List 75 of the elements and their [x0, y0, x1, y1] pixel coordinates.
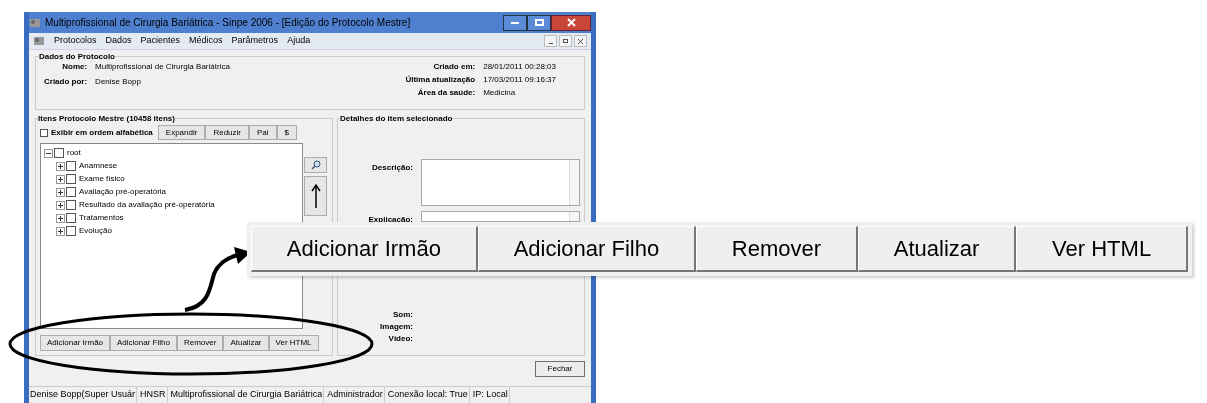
- checkbox[interactable]: [66, 174, 76, 184]
- status-bar-panel: Administrador: [326, 387, 385, 403]
- toolbar-button[interactable]: Expandir: [157, 125, 206, 140]
- field-value: Medicina: [483, 87, 517, 99]
- expand-icon[interactable]: [56, 213, 65, 223]
- expand-icon[interactable]: [56, 161, 65, 171]
- field-value: Multiprofissional de Cirurgia Bariátrica: [95, 61, 230, 73]
- action-button[interactable]: Adicionar Irmão: [40, 335, 111, 351]
- collapse-icon[interactable]: [44, 148, 53, 158]
- menu-item[interactable]: Dados: [105, 34, 132, 48]
- status-bar-panel: Multiprofissional de Cirurgia Bariátrica: [169, 387, 325, 403]
- minimize-button[interactable]: [503, 14, 527, 31]
- tree-item[interactable]: Evolução: [79, 225, 112, 237]
- field-value: Denise Bopp: [95, 76, 142, 88]
- checkbox[interactable]: [66, 200, 76, 210]
- app-icon: [33, 35, 45, 47]
- tree-item[interactable]: root: [67, 147, 81, 159]
- app-icon: [29, 16, 41, 29]
- toolbar-button[interactable]: $: [276, 125, 297, 140]
- action-button[interactable]: Atualizar: [223, 335, 269, 351]
- tree-item[interactable]: Anamnese: [79, 160, 118, 172]
- tree-item[interactable]: Avaliação pré-operatória: [79, 186, 166, 198]
- checkbox-label: Exibir em ordem alfabética: [51, 126, 153, 139]
- checkbox[interactable]: [66, 161, 76, 171]
- checkbox[interactable]: [54, 148, 64, 158]
- window-title: Multiprofissional de Cirurgia Bariátrica - Sinpe 2006 - [Edição do Protocolo Mestre]: [45, 16, 411, 30]
- menu-item[interactable]: Protocolos: [54, 34, 97, 48]
- expand-icon[interactable]: [56, 174, 65, 184]
- action-button[interactable]: Adicionar Filho: [110, 335, 177, 351]
- status-bar-panel: IP: Local: [471, 387, 510, 403]
- status-bar-panel: HNSR: [139, 387, 168, 403]
- field-label: Imagem:: [379, 321, 413, 333]
- close-button[interactable]: [551, 14, 591, 31]
- menu-item[interactable]: Pacientes: [140, 34, 181, 48]
- field-label: Criado por:: [44, 76, 88, 88]
- up-arrow-icon: [310, 183, 321, 209]
- toolbar-button[interactable]: Pai: [249, 125, 277, 140]
- field-label: Área da saúde:: [416, 87, 476, 99]
- expand-icon[interactable]: [56, 226, 65, 236]
- field-label: Vídeo:: [387, 333, 413, 345]
- search-icon: [310, 160, 321, 170]
- field-label: Última atualização: [405, 74, 476, 86]
- field-label: Explicação:: [367, 214, 413, 226]
- field-label: Som:: [392, 309, 413, 321]
- menu-item[interactable]: Parâmetros: [231, 34, 279, 48]
- field-label: Nome:: [61, 61, 88, 73]
- checkbox[interactable]: [66, 213, 76, 223]
- maximize-button[interactable]: [527, 14, 551, 31]
- field-value: 28/01/2011 00:28:03: [483, 61, 556, 73]
- close-button[interactable]: [574, 35, 587, 47]
- tree-item[interactable]: Exame físico: [79, 173, 125, 185]
- move-up-button[interactable]: [304, 176, 327, 216]
- checkbox[interactable]: [66, 226, 76, 236]
- field-label: Descrição:: [371, 162, 413, 174]
- expand-icon[interactable]: [56, 187, 65, 197]
- field-value: 17/03/2011 09:16:37: [483, 74, 556, 86]
- action-button[interactable]: Ver HTML: [268, 335, 319, 351]
- tree-item[interactable]: Resultado da avaliação pré-operatória: [79, 199, 215, 211]
- toolbar-button[interactable]: Reduzir: [205, 125, 249, 140]
- group-title: Itens Protocolo Mestre (10458 itens): [38, 113, 175, 125]
- expand-icon[interactable]: [56, 200, 65, 210]
- checkbox[interactable]: [66, 187, 76, 197]
- close-icon: [578, 38, 583, 44]
- field-label: Criado em:: [432, 61, 476, 73]
- status-bar-panel: Denise Bopp(Super Usuár: [29, 387, 138, 403]
- menu-item[interactable]: Ajuda: [287, 34, 311, 48]
- close-icon: [566, 18, 576, 27]
- search-button[interactable]: [304, 157, 327, 173]
- tree-item[interactable]: Tratamentos: [79, 212, 124, 224]
- status-bar-panel: Conexão local: True: [386, 387, 470, 403]
- action-button[interactable]: Remover: [176, 335, 224, 351]
- restore-button[interactable]: [559, 35, 572, 47]
- checkbox[interactable]: [40, 128, 48, 137]
- close-button[interactable]: Fechar: [535, 361, 585, 377]
- menu-item[interactable]: Médicos: [189, 34, 223, 48]
